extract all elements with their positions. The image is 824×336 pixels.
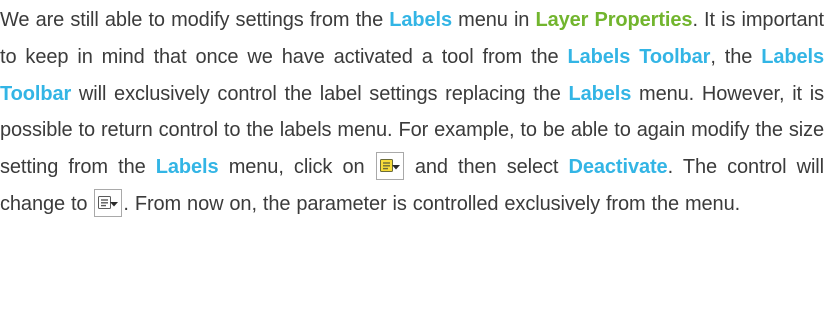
deactivate-term: Deactivate — [568, 156, 668, 179]
document-page: We are still able to modify settings fro… — [0, 0, 824, 336]
text-run: We are still able to modify settings fro… — [0, 9, 390, 31]
label-control-inactive-icon — [94, 188, 123, 217]
labels-menu-term: Labels — [568, 82, 632, 105]
labels-menu-term: Labels — [389, 9, 453, 31]
label-control-active-icon — [375, 151, 404, 180]
labels-toolbar-term: Labels Toolbar — [567, 45, 711, 68]
layer-properties-term: Layer Properties — [535, 9, 693, 31]
text-run: and then select — [404, 156, 569, 179]
text-run: , the — [710, 45, 762, 68]
text-run: . From now on, the parameter is controll… — [123, 192, 741, 215]
text-run: menu in — [452, 9, 536, 31]
body-paragraph: We are still able to modify settings fro… — [0, 2, 824, 223]
labels-menu-term: Labels — [155, 156, 219, 179]
text-run: will exclusively control the label setti… — [71, 82, 569, 105]
text-run: menu, click on — [218, 156, 375, 179]
